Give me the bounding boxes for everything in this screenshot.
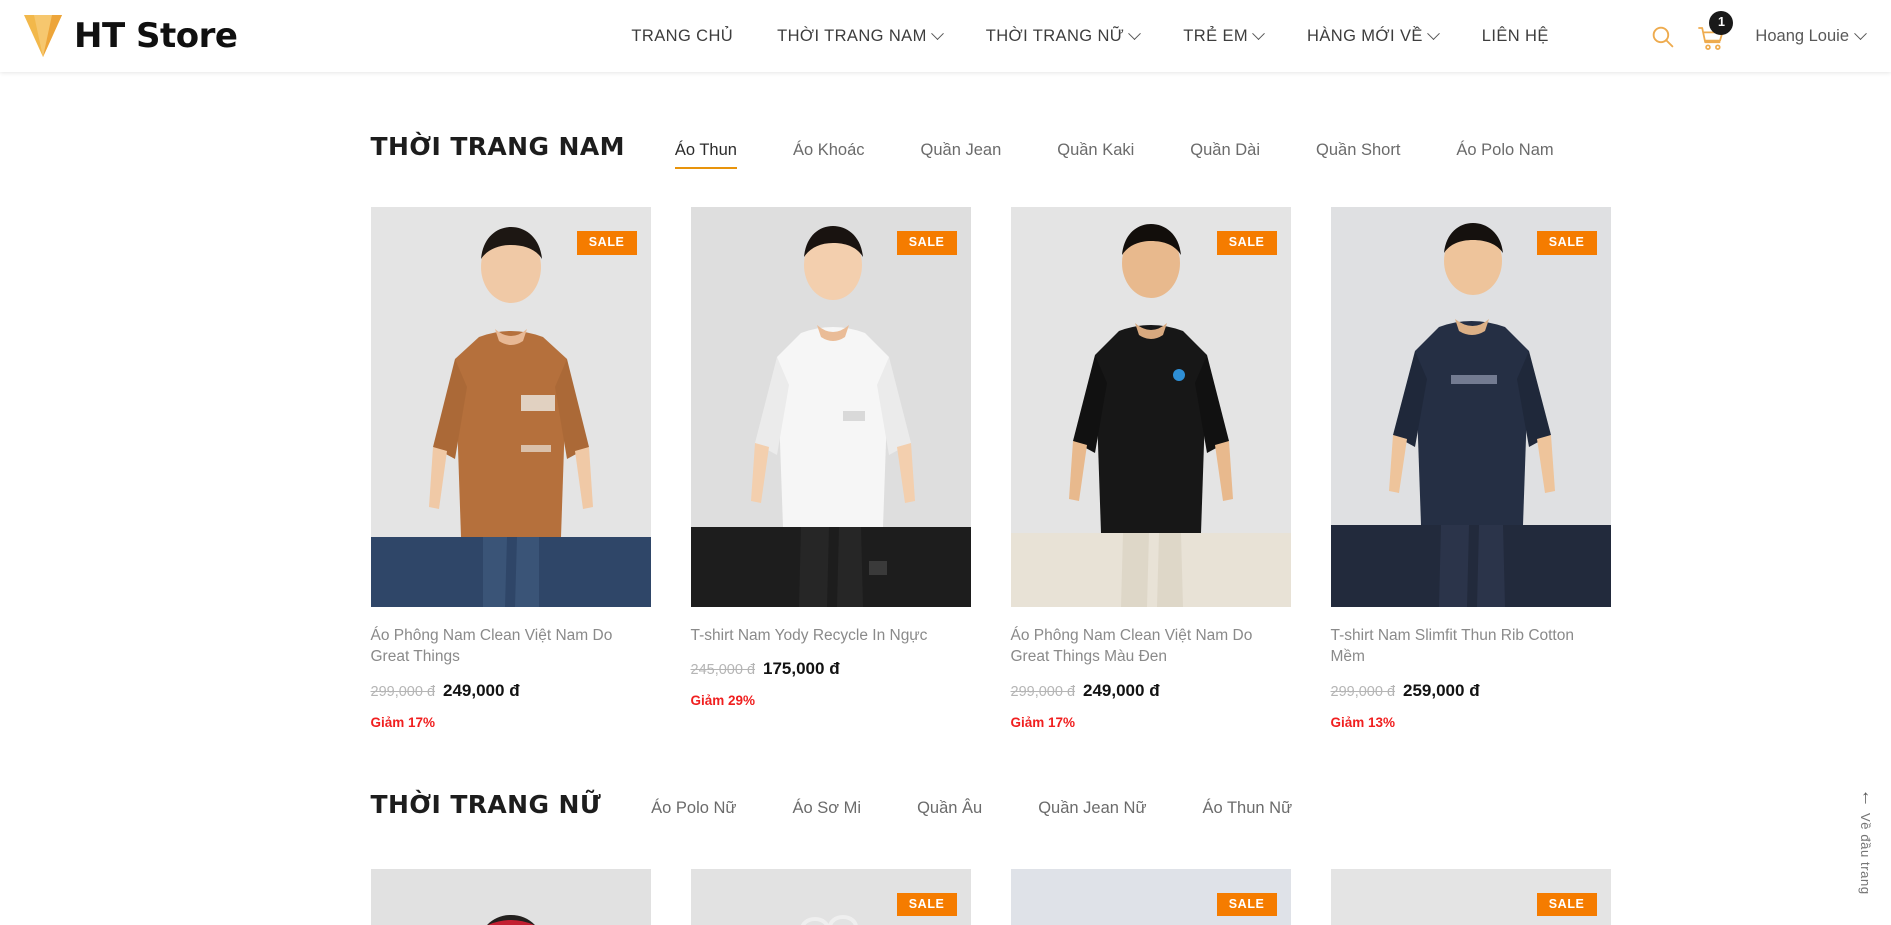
product-new-price: 175,000 đ [763,659,840,679]
product-grid-women: SALE SALE SALE [370,868,1611,925]
tab-ao-khoac[interactable]: Áo Khoác [765,141,893,160]
product-discount: Giảm 13% [1330,714,1396,730]
product-price: 299,000 đ 249,000 đ [1011,681,1291,701]
product-card[interactable]: SALE Áo Phông Nam Clean Việt Nam Do Grea… [1010,207,1291,730]
product-card[interactable]: SALE [1010,868,1291,925]
chevron-down-icon [1426,26,1440,40]
sale-badge: SALE [1216,231,1277,255]
section-title-men: THỜI TRANG NAM [370,132,625,161]
nav-item-thoi-trang-nu[interactable]: THỜI TRANG NỮ [964,27,1162,46]
nav-label: LIÊN HỆ [1481,26,1549,45]
chevron-down-icon [1128,26,1142,40]
product-card[interactable] [370,868,651,925]
tab-quan-jean[interactable]: Quần Jean [893,141,1030,160]
search-icon[interactable] [1650,24,1675,49]
cart-count-badge: 1 [1709,10,1734,35]
tab-ao-polo-nu[interactable]: Áo Polo Nữ [623,799,764,818]
product-card[interactable]: SALE [1330,868,1611,925]
content-container: THỜI TRANG NAM Áo Thun Áo Khoác Quần Jea… [321,72,1611,925]
product-new-price: 259,000 đ [1403,680,1480,700]
page-content: THỜI TRANG NAM Áo Thun Áo Khoác Quần Jea… [0,72,1891,925]
product-name: Áo Phông Nam Clean Việt Nam Do Great Thi… [1010,627,1253,666]
user-menu[interactable]: Hoang Louie [1755,26,1867,46]
chevron-down-icon [1252,26,1265,40]
site-header: HT Store TRANG CHỦ THỜI TRANG NAM THỜI T… [0,0,1891,72]
sale-badge: SALE [896,231,957,255]
brand-logo-link[interactable]: HT Store [22,0,238,72]
product-card[interactable]: SALE [690,868,971,925]
chevron-down-icon [1854,26,1867,40]
nav-item-lien-he[interactable]: LIÊN HỆ [1460,27,1571,46]
tab-ao-so-mi[interactable]: Áo Sơ Mi [764,799,889,818]
product-image[interactable]: SALE [690,207,971,607]
section-tabs-women: Áo Polo Nữ Áo Sơ Mi Quần Âu Quần Jean Nữ… [623,799,1320,818]
product-old-price: 245,000 đ [690,662,756,679]
nav-label: THỜI TRANG NAM [777,26,927,45]
tab-quan-jean-nu[interactable]: Quần Jean Nữ [1010,799,1174,818]
product-grid-men: SALE Áo Phông Nam Clean Việt Nam Do Grea… [370,207,1611,730]
product-card[interactable]: SALE T-shirt Nam Yody Recycle In Ngực 24… [690,207,971,730]
product-old-price: 299,000 đ [1010,683,1076,700]
nav-label: HÀNG MỚI VỀ [1307,26,1423,45]
tab-quan-short[interactable]: Quần Short [1288,141,1428,160]
product-old-price: 299,000 đ [370,683,436,700]
nav-label: TRANG CHỦ [631,26,734,45]
back-to-top-label: Về đầu trang [1858,813,1873,895]
product-price: 299,000 đ 249,000 đ [371,681,651,701]
tab-ao-thun[interactable]: Áo Thun [647,141,765,169]
nav-item-tre-em[interactable]: TRẺ EM [1161,27,1285,46]
nav-item-hang-moi-ve[interactable]: HÀNG MỚI VỀ [1285,27,1460,46]
section-title-women: THỜI TRANG NỮ [370,789,602,819]
product-name: T-shirt Nam Slimfit Thun Rib Cotton Mềm [1330,627,1574,666]
sale-badge: SALE [896,892,957,917]
tab-quan-kaki[interactable]: Quần Kaki [1029,141,1162,160]
product-image[interactable]: SALE [1010,207,1291,607]
sale-badge: SALE [1536,231,1597,255]
nav-label: THỜI TRANG NỮ [985,26,1125,45]
product-name: Áo Phông Nam Clean Việt Nam Do Great Thi… [370,627,613,666]
product-card[interactable]: SALE Áo Phông Nam Clean Việt Nam Do Grea… [370,207,651,730]
product-price: 245,000 đ 175,000 đ [691,659,971,679]
tab-ao-thun-nu[interactable]: Áo Thun Nữ [1175,799,1321,818]
nav-item-trang-chu[interactable]: TRANG CHỦ [609,27,755,46]
sale-badge: SALE [576,231,637,255]
tab-ao-polo-nam[interactable]: Áo Polo Nam [1428,141,1581,160]
nav-item-thoi-trang-nam[interactable]: THỜI TRANG NAM [755,27,964,46]
product-new-price: 249,000 đ [443,680,520,700]
product-image[interactable]: SALE [1330,868,1611,925]
product-card[interactable]: SALE T-shirt Nam Slimfit Thun Rib Cotton… [1330,207,1611,730]
nav-label: TRẺ EM [1183,26,1249,45]
product-image[interactable]: SALE [370,207,651,607]
product-image[interactable] [370,868,651,925]
product-new-price: 249,000 đ [1083,680,1160,700]
arrow-up-icon: ↑ [1860,787,1871,809]
product-discount: Giảm 17% [1010,714,1076,730]
header-actions: 1 Hoang Louie [1650,0,1867,72]
product-discount: Giảm 29% [690,693,756,709]
brand-name: HT Store [74,16,238,56]
product-name: T-shirt Nam Yody Recycle In Ngực [690,627,928,644]
section-tabs-men: Áo Thun Áo Khoác Quần Jean Quần Kaki Quầ… [647,141,1582,169]
product-old-price: 299,000 đ [1330,683,1396,700]
section-header-women: THỜI TRANG NỮ Áo Polo Nữ Áo Sơ Mi Quần Â… [371,730,1571,819]
product-discount: Giảm 17% [370,714,436,730]
product-image[interactable]: SALE [1010,868,1291,925]
chevron-down-icon [930,26,944,40]
sale-badge: SALE [1536,892,1597,917]
product-image[interactable]: SALE [690,868,971,925]
product-price: 299,000 đ 259,000 đ [1331,681,1611,701]
tab-quan-au[interactable]: Quần Âu [889,799,1010,818]
chevron-logo-icon [22,13,64,59]
cart-button[interactable]: 1 [1697,10,1734,52]
back-to-top-button[interactable]: ↑ Về đầu trang [1858,788,1873,895]
main-nav: TRANG CHỦ THỜI TRANG NAM THỜI TRANG NỮ T… [609,27,1570,46]
sale-badge: SALE [1216,892,1277,917]
product-image[interactable]: SALE [1330,207,1611,607]
section-header-men: THỜI TRANG NAM Áo Thun Áo Khoác Quần Jea… [370,72,1571,169]
user-name: Hoang Louie [1755,26,1849,45]
tab-quan-dai[interactable]: Quần Dài [1162,141,1288,160]
